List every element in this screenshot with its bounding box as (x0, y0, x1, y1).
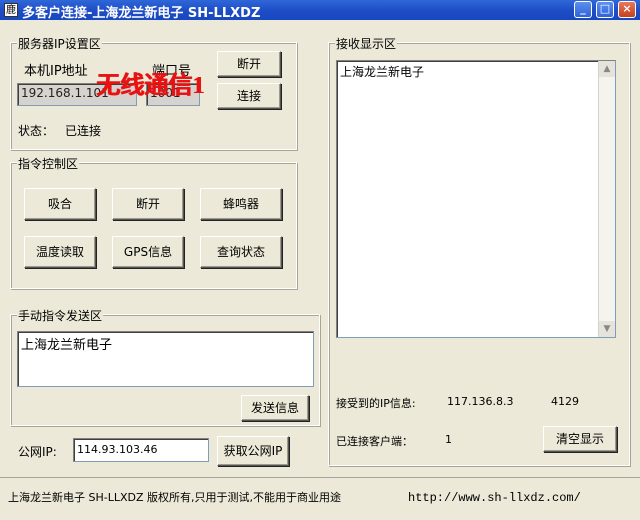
close-button[interactable]: × (618, 1, 636, 18)
scroll-up-icon[interactable]: ▲ (599, 61, 615, 77)
connected-clients-label: 已连接客户端： (336, 435, 413, 448)
query-status-button[interactable]: 查询状态 (200, 236, 282, 268)
get-public-ip-button[interactable]: 获取公网IP (217, 436, 289, 466)
receive-display-area[interactable]: 上海龙兰新电子 ▲ ▼ (336, 60, 616, 338)
footer-url: http://www.sh-llxdz.com/ (408, 491, 581, 505)
minimize-button[interactable]: _ (574, 1, 592, 18)
buzzer-button[interactable]: 蜂鸣器 (200, 188, 282, 220)
receive-scrollbar[interactable]: ▲ ▼ (598, 61, 615, 337)
local-ip-label: 本机IP地址 (24, 64, 88, 79)
public-ip-field[interactable]: 114.93.103.46 (73, 438, 209, 462)
title-bar[interactable]: 鹿 多客户连接-上海龙兰新电子 SH-LLXDZ _ □ × (0, 0, 640, 21)
received-ip-label: 接受到的IP信息: (336, 397, 416, 410)
window-title: 多客户连接-上海龙兰新电子 SH-LLXDZ (22, 6, 261, 21)
footer-copyright: 上海龙兰新电子 SH-LLXDZ 版权所有,只用于测试,不能用于商业用途 (8, 491, 342, 504)
received-ip-value: 117.136.8.3 (447, 395, 514, 408)
app-icon: 鹿 (4, 3, 18, 17)
server-group-legend: 服务器IP设置区 (17, 35, 102, 52)
receive-group-legend: 接收显示区 (335, 35, 398, 52)
footer-divider (0, 477, 640, 478)
wireless-overlay-text: 无线通信1 (96, 73, 204, 99)
gps-info-button[interactable]: GPS信息 (112, 236, 184, 268)
status-value: 已连接 (65, 124, 102, 138)
public-ip-label: 公网IP: (18, 445, 57, 459)
command-group: 指令控制区 (10, 155, 297, 289)
received-text: 上海龙兰新电子 (340, 65, 425, 79)
clear-display-button[interactable]: 清空显示 (543, 426, 617, 452)
maximize-button[interactable]: □ (596, 1, 614, 18)
manual-command-input[interactable]: 上海龙兰新电子 (17, 331, 314, 387)
read-temperature-button[interactable]: 温度读取 (24, 236, 96, 268)
manual-group-legend: 手动指令发送区 (17, 307, 104, 324)
scroll-down-icon[interactable]: ▼ (599, 321, 615, 337)
received-port-value: 4129 (551, 395, 579, 408)
open-relay-button[interactable]: 断开 (112, 188, 184, 220)
send-message-button[interactable]: 发送信息 (241, 395, 309, 421)
command-group-legend: 指令控制区 (17, 155, 80, 172)
connect-button[interactable]: 连接 (217, 83, 281, 109)
connected-clients-count: 1 (445, 433, 452, 446)
close-relay-button[interactable]: 吸合 (24, 188, 96, 220)
status-label: 状态： (18, 124, 55, 138)
disconnect-button[interactable]: 断开 (217, 51, 281, 77)
